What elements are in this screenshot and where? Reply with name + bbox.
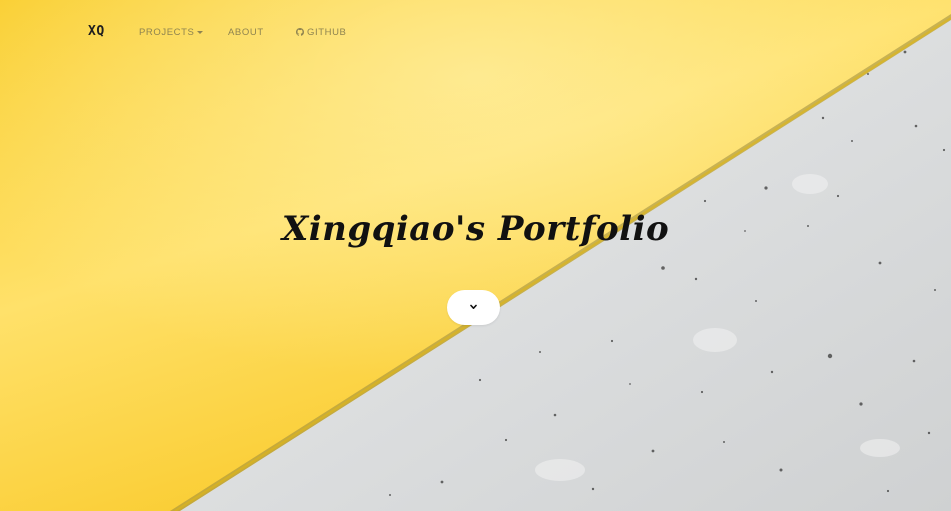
nav-projects-dropdown[interactable]: PROJECTS: [139, 27, 204, 38]
chevron-down-icon: [470, 304, 477, 309]
scroll-down-button[interactable]: [447, 290, 500, 325]
top-navbar: XQ PROJECTS ABOUT GITHUB: [0, 0, 951, 64]
hero-section: XQ PROJECTS ABOUT GITHUB Xingqiao's Port…: [0, 0, 951, 511]
nav-github-link[interactable]: GITHUB: [296, 27, 347, 38]
brand-logo[interactable]: XQ: [88, 24, 105, 39]
caret-down-icon: [197, 30, 204, 34]
nav-github-label: GITHUB: [307, 27, 347, 38]
page-title: Xingqiao's Portfolio: [281, 208, 670, 249]
nav-about-link[interactable]: ABOUT: [228, 27, 264, 38]
background-image: [0, 0, 951, 511]
github-icon: [296, 28, 304, 36]
nav-projects-label: PROJECTS: [139, 27, 195, 38]
